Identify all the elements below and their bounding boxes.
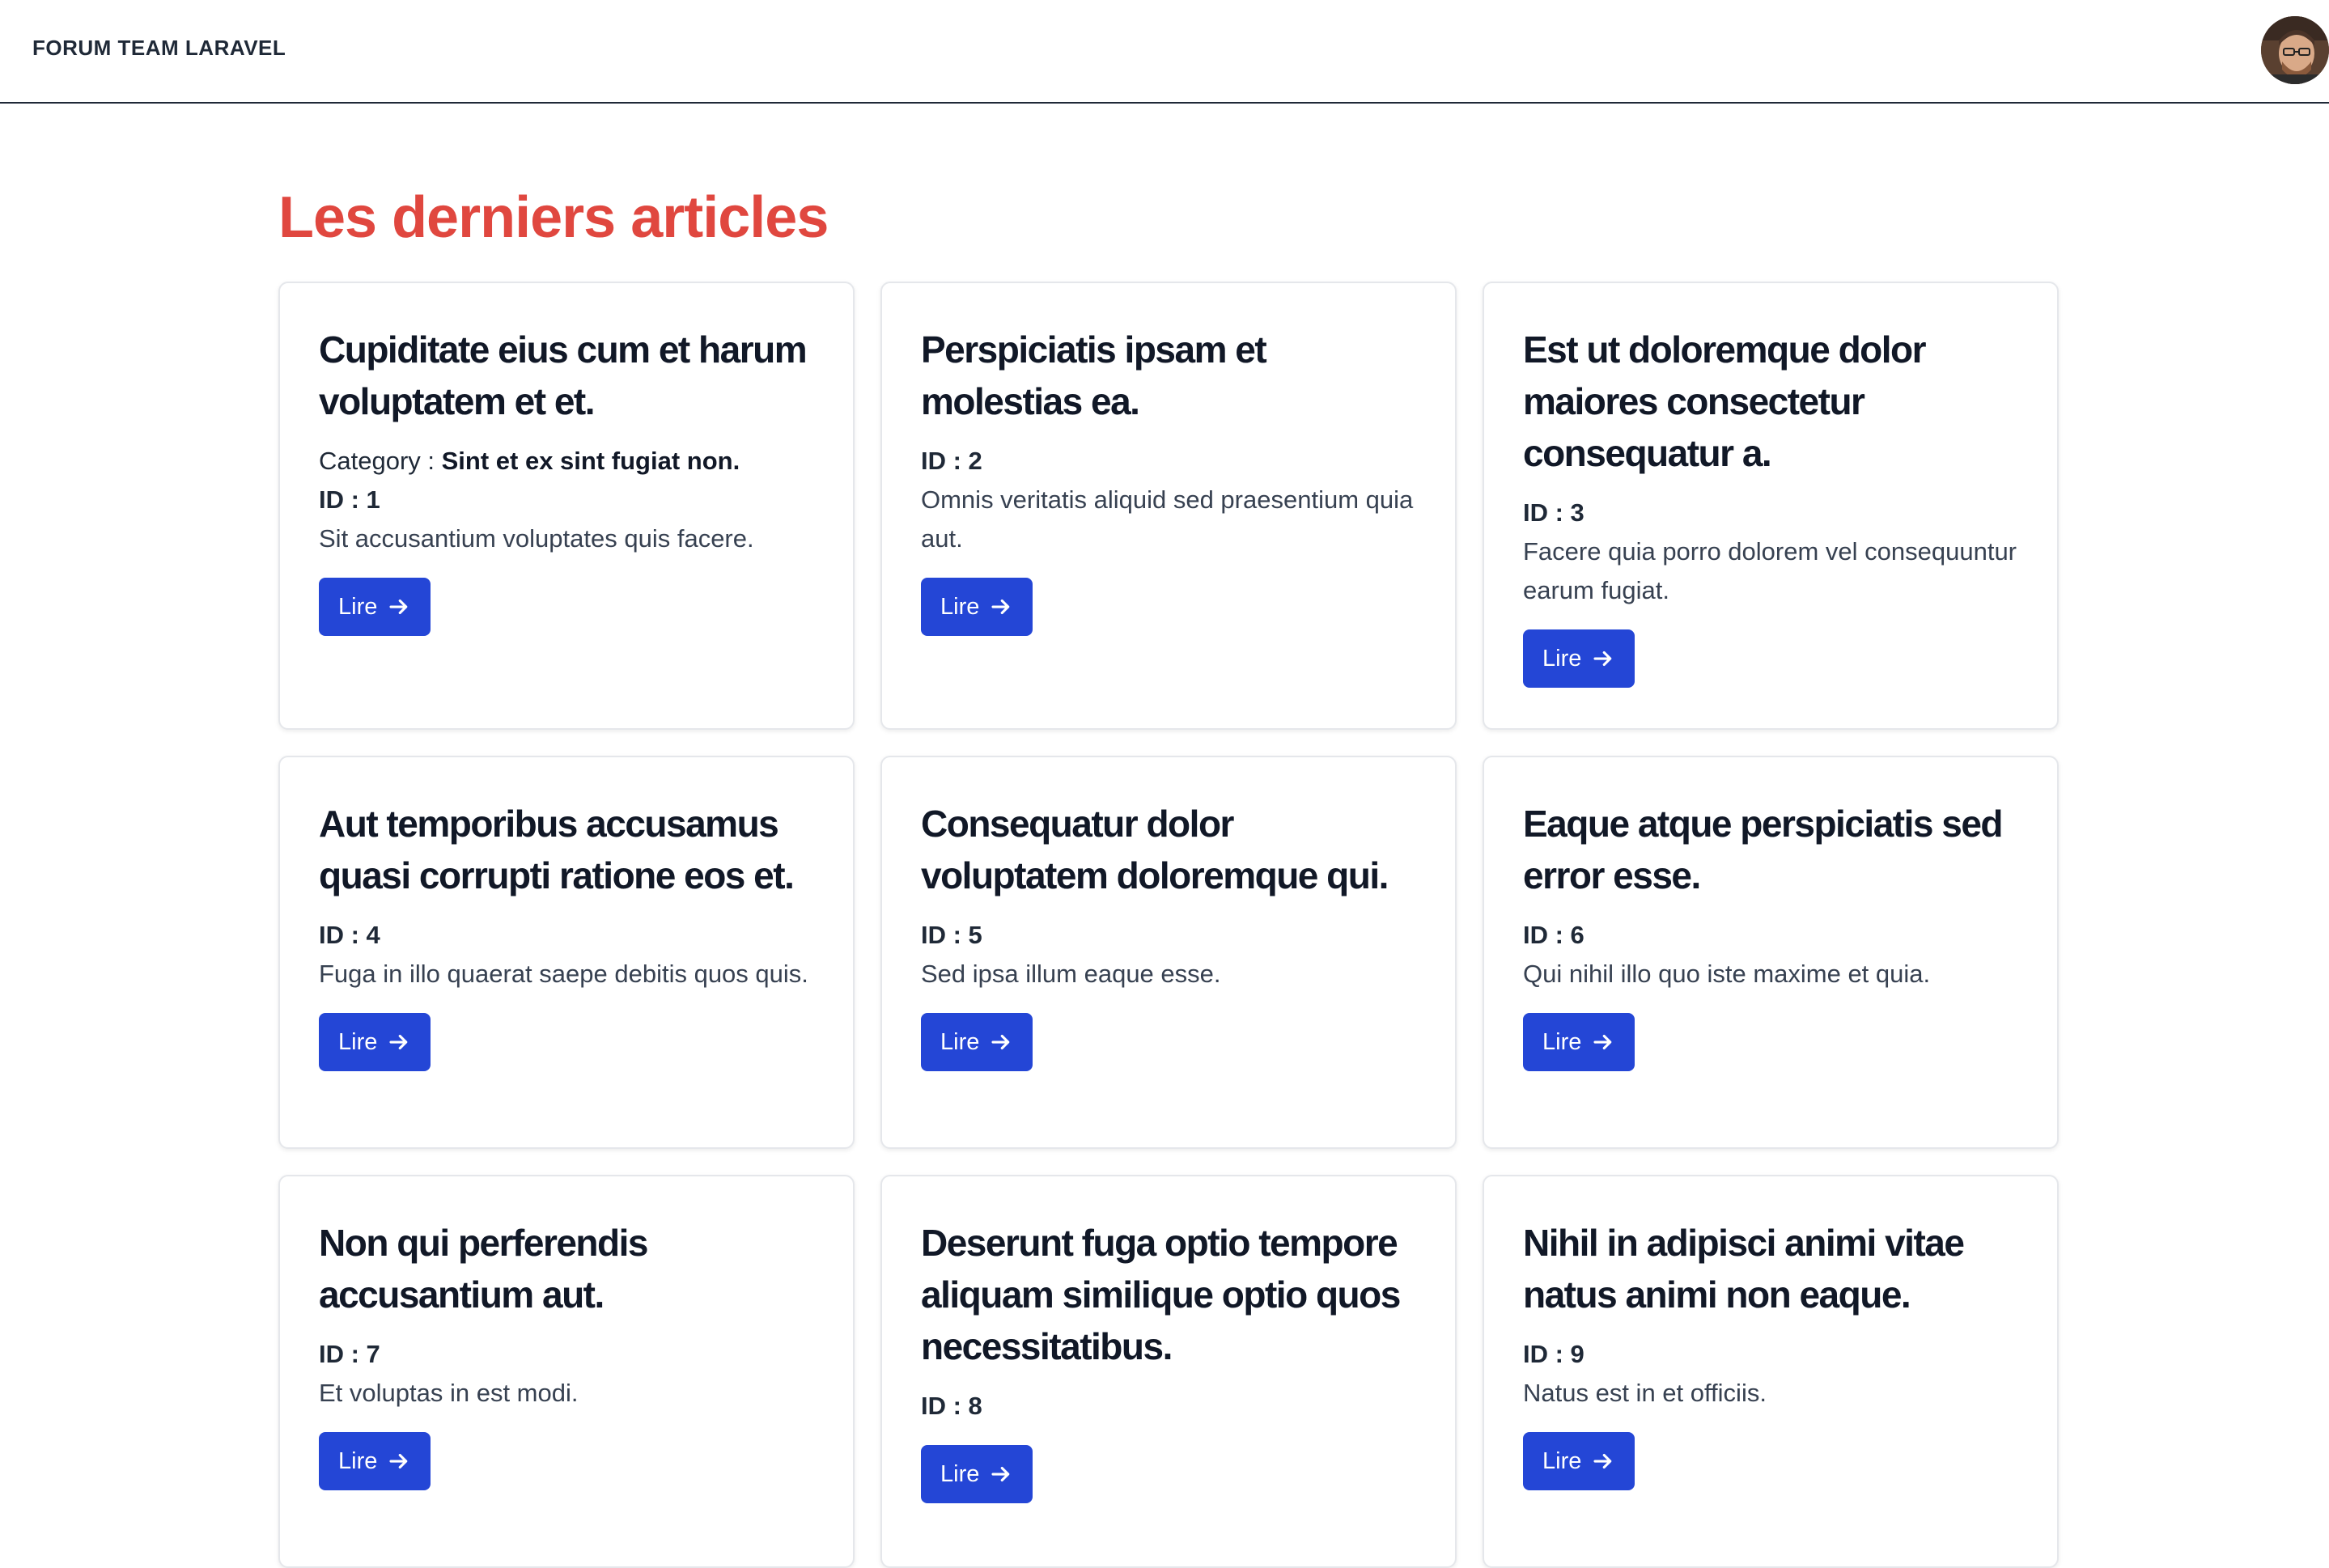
category-value: Sint et ex sint fugiat non.	[441, 447, 740, 475]
page-title: Les derniers articles	[278, 185, 829, 250]
article-excerpt: Sed ipsa illum eaque esse.	[921, 960, 1221, 988]
arrow-right-icon	[389, 1034, 408, 1050]
read-button-label: Lire	[338, 593, 378, 620]
read-button-label: Lire	[338, 1447, 378, 1474]
article-title: Deserunt fuga optio tempore aliquam simi…	[921, 1222, 1401, 1367]
article-title: Non qui perferendis accusantium aut.	[319, 1222, 648, 1316]
article-id: ID : 9	[1523, 1340, 1584, 1368]
read-button[interactable]: Lire	[921, 1013, 1033, 1071]
arrow-right-icon	[991, 1466, 1010, 1482]
article-excerpt: Omnis veritatis aliquid sed praesentium …	[921, 485, 1414, 553]
read-button[interactable]: Lire	[921, 1445, 1033, 1503]
arrow-right-icon	[991, 1034, 1010, 1050]
article-excerpt: Et voluptas in est modi.	[319, 1379, 579, 1407]
read-button-label: Lire	[1542, 1447, 1582, 1474]
user-avatar[interactable]	[2261, 16, 2329, 84]
article-title: Aut temporibus accusamus quasi corrupti …	[319, 803, 795, 896]
article-id: ID : 1	[319, 485, 380, 514]
article-id: ID : 4	[319, 921, 380, 949]
top-navbar: FORUM TEAM LARAVEL	[0, 0, 2329, 104]
article-title: Eaque atque perspiciatis sed error esse.	[1523, 803, 2004, 896]
article-title: Est ut doloremque dolor maiores consecte…	[1523, 328, 1927, 474]
article-card: Deserunt fuga optio tempore aliquam simi…	[880, 1175, 1457, 1568]
article-excerpt: Qui nihil illo quo iste maxime et quia.	[1523, 960, 1931, 988]
article-title: Consequatur dolor voluptatem doloremque …	[921, 803, 1389, 896]
arrow-right-icon	[1593, 1453, 1612, 1469]
read-button-label: Lire	[940, 593, 980, 620]
article-id: ID : 2	[921, 447, 982, 475]
article-id: ID : 8	[921, 1392, 982, 1420]
read-button-label: Lire	[338, 1028, 378, 1055]
category-label: Category :	[319, 447, 442, 475]
article-card: Perspiciatis ipsam et molestias ea. ID :…	[880, 282, 1457, 730]
read-button[interactable]: Lire	[319, 578, 431, 636]
read-button[interactable]: Lire	[921, 578, 1033, 636]
read-button-label: Lire	[940, 1028, 980, 1055]
avatar-photo-icon	[2261, 16, 2329, 84]
article-excerpt: Natus est in et officiis.	[1523, 1379, 1767, 1407]
read-button-label: Lire	[940, 1460, 980, 1487]
read-button[interactable]: Lire	[1523, 1013, 1635, 1071]
article-id: ID : 3	[1523, 498, 1584, 527]
read-button[interactable]: Lire	[1523, 1432, 1635, 1490]
article-title: Cupiditate eius cum et harum voluptatem …	[319, 328, 808, 422]
arrow-right-icon	[1593, 1034, 1612, 1050]
read-button[interactable]: Lire	[1523, 629, 1635, 688]
articles-grid: Cupiditate eius cum et harum voluptatem …	[278, 282, 2059, 1568]
read-button-label: Lire	[1542, 645, 1582, 672]
article-id: ID : 7	[319, 1340, 380, 1368]
arrow-right-icon	[389, 1453, 408, 1469]
site-brand[interactable]: FORUM TEAM LARAVEL	[32, 36, 286, 61]
read-button[interactable]: Lire	[319, 1432, 431, 1490]
article-card: Nihil in adipisci animi vitae natus anim…	[1483, 1175, 2059, 1568]
article-category: Category : Sint et ex sint fugiat non.	[319, 442, 814, 481]
article-excerpt: Fuga in illo quaerat saepe debitis quos …	[319, 960, 808, 988]
article-card: Aut temporibus accusamus quasi corrupti …	[278, 756, 855, 1149]
article-excerpt: Facere quia porro dolorem vel consequunt…	[1523, 537, 2017, 604]
article-title: Perspiciatis ipsam et molestias ea.	[921, 328, 1267, 422]
article-title: Nihil in adipisci animi vitae natus anim…	[1523, 1222, 1965, 1316]
article-card: Consequatur dolor voluptatem doloremque …	[880, 756, 1457, 1149]
article-id: ID : 5	[921, 921, 982, 949]
article-card: Non qui perferendis accusantium aut. ID …	[278, 1175, 855, 1568]
arrow-right-icon	[1593, 651, 1612, 667]
arrow-right-icon	[991, 599, 1010, 615]
read-button[interactable]: Lire	[319, 1013, 431, 1071]
article-card: Eaque atque perspiciatis sed error esse.…	[1483, 756, 2059, 1149]
article-id: ID : 6	[1523, 921, 1584, 949]
arrow-right-icon	[389, 599, 408, 615]
article-excerpt: Sit accusantium voluptates quis facere.	[319, 524, 754, 553]
article-card: Cupiditate eius cum et harum voluptatem …	[278, 282, 855, 730]
article-card: Est ut doloremque dolor maiores consecte…	[1483, 282, 2059, 730]
read-button-label: Lire	[1542, 1028, 1582, 1055]
